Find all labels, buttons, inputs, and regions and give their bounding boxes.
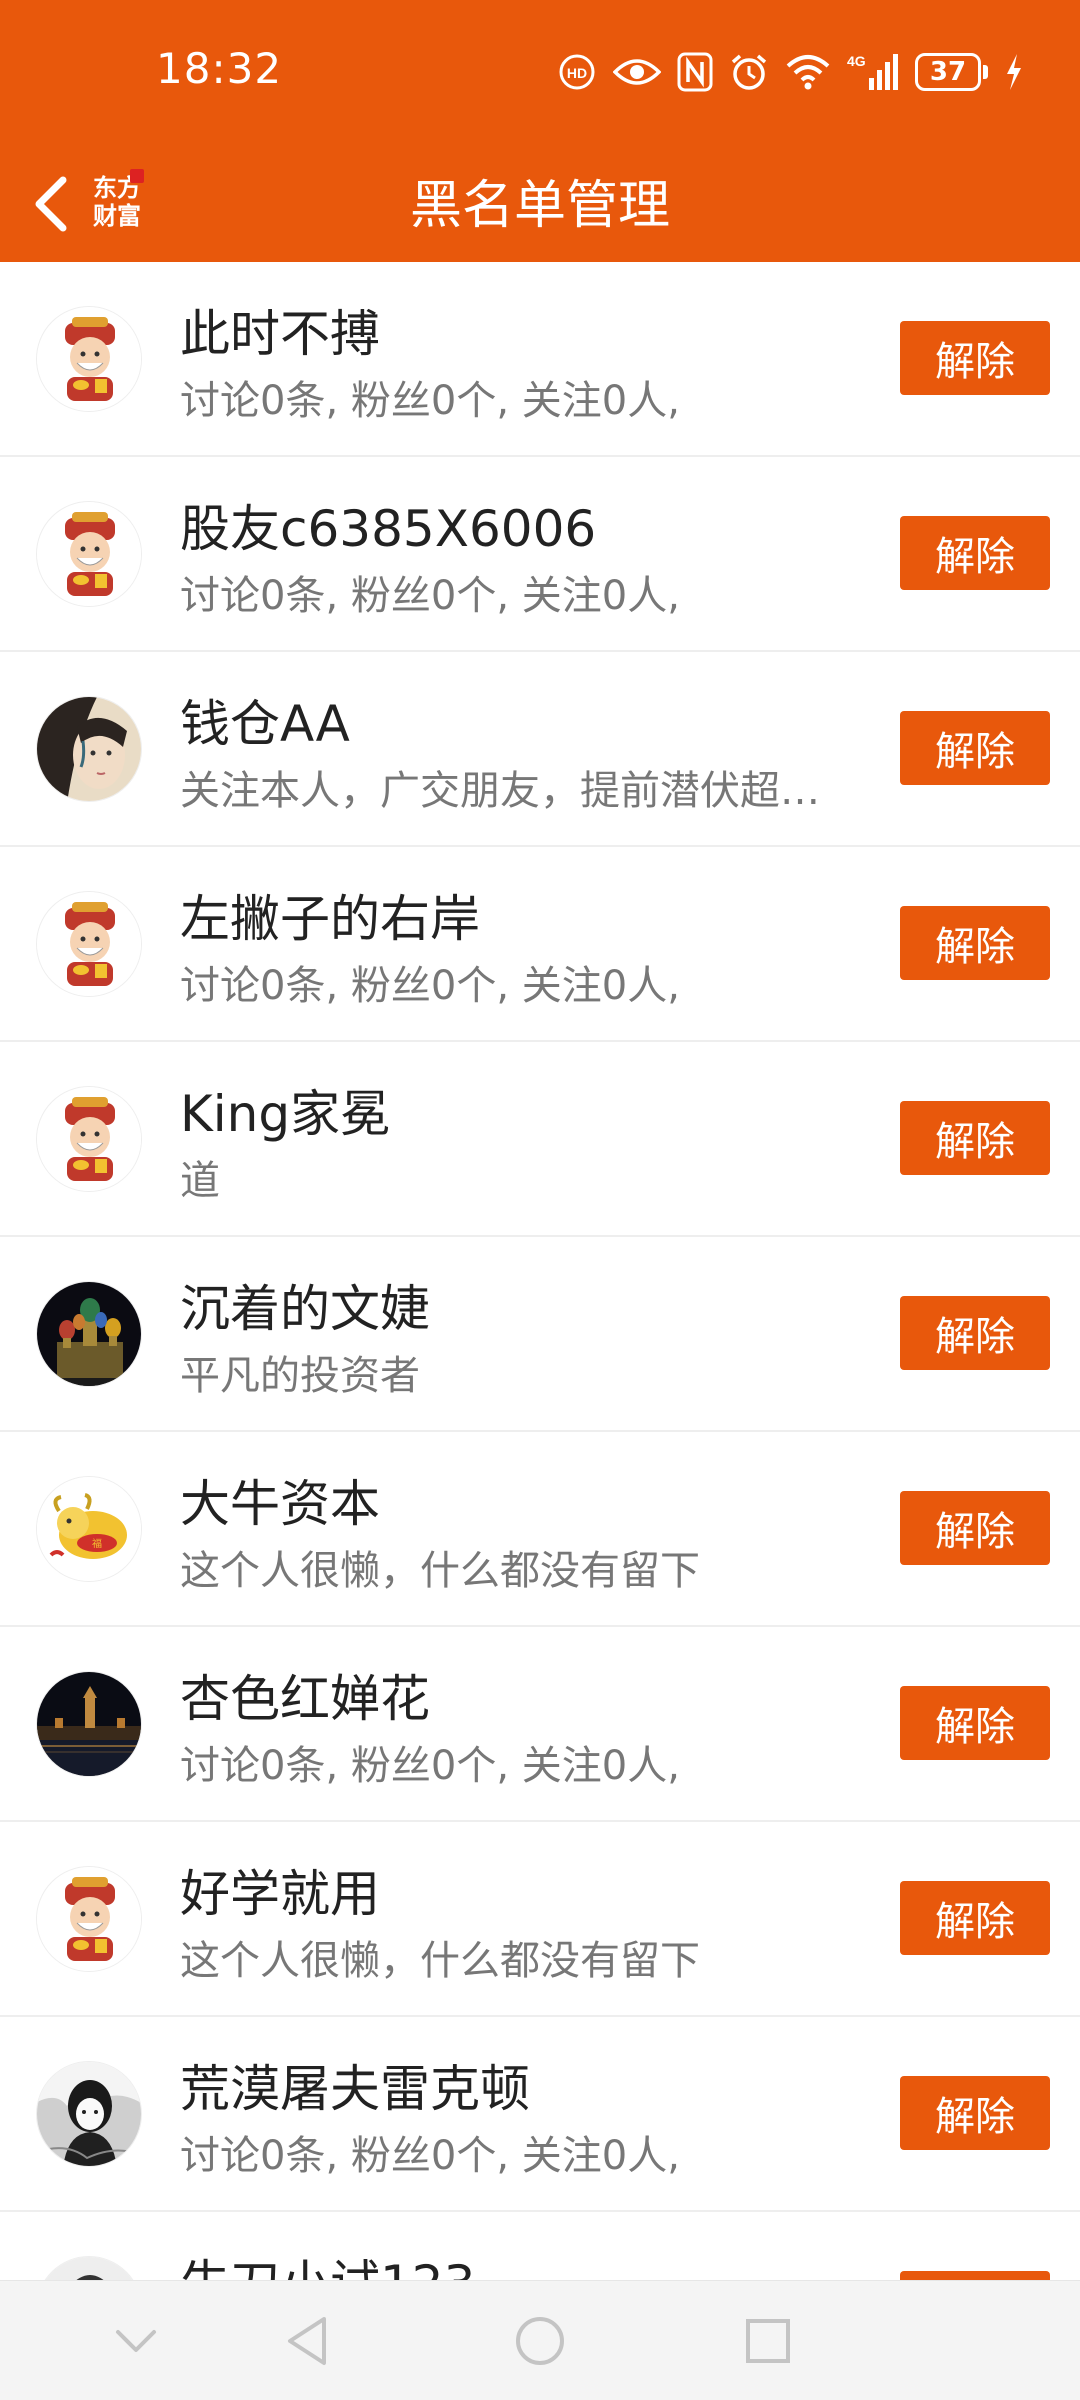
user-desc: 讨论0条, 粉丝0个, 关注0人, [180,378,680,424]
user-name[interactable]: 大牛资本 [180,1464,380,1536]
list-item: 此时不搏 讨论0条, 粉丝0个, 关注0人, 解除 [0,262,1080,457]
remove-button[interactable]: 解除 [900,2076,1050,2150]
remove-button[interactable]: 解除 [900,1296,1050,1370]
alarm-icon [729,50,769,94]
avatar-default-god-of-wealth[interactable] [36,1866,142,1972]
remove-button[interactable]: 解除 [900,906,1050,980]
user-desc: 讨论0条, 粉丝0个, 关注0人, [180,1743,680,1789]
avatar-default-god-of-wealth[interactable] [36,891,142,997]
status-bar: 18:32 HD 4G 37 [0,0,1080,145]
user-desc: 这个人很懒，什么都没有留下 [180,1938,700,1984]
hd-call-icon: HD [557,50,597,94]
avatar-portrait[interactable] [36,696,142,802]
recents-square-icon[interactable] [738,2311,798,2371]
system-nav-bar [0,2280,1080,2400]
home-circle-icon[interactable] [510,2311,570,2371]
wifi-icon [785,50,831,94]
avatar-cathedral-night[interactable] [36,1281,142,1387]
chevron-down-icon[interactable] [106,2311,166,2371]
list-item: 荒漠屠夫雷克顿 讨论0条, 粉丝0个, 关注0人, 解除 [0,2017,1080,2212]
svg-text:福: 福 [92,1537,102,1550]
list-item: 福 大牛资本 这个人很懒，什么都没有留下 解除 [0,1432,1080,1627]
user-name[interactable]: 股友c6385X6006 [180,489,596,561]
status-time: 18:32 [156,44,283,93]
avatar-city-night[interactable] [36,1671,142,1777]
list-item: 杏色红婵花 讨论0条, 粉丝0个, 关注0人, 解除 [0,1627,1080,1822]
eye-icon [613,50,661,94]
list-item: 左撇子的右岸 讨论0条, 粉丝0个, 关注0人, 解除 [0,847,1080,1042]
nfc-icon [677,50,713,94]
blacklist-list: 此时不搏 讨论0条, 粉丝0个, 关注0人, 解除 股友c6385X6006 讨… [0,262,1080,2400]
list-item: 沉着的文婕 平凡的投资者 解除 [0,1237,1080,1432]
remove-button[interactable]: 解除 [900,1101,1050,1175]
avatar-golden-ox[interactable]: 福 [36,1476,142,1582]
remove-button[interactable]: 解除 [900,321,1050,395]
4g-signal-icon: 4G [847,50,899,94]
user-desc: 讨论0条, 粉丝0个, 关注0人, [180,573,680,619]
avatar-default-god-of-wealth[interactable] [36,1086,142,1192]
user-name[interactable]: 此时不搏 [180,294,380,366]
user-name[interactable]: 杏色红婵花 [180,1659,430,1731]
user-desc: 讨论0条, 粉丝0个, 关注0人, [180,2133,680,2179]
svg-text:4G: 4G [847,53,866,69]
user-desc: 平凡的投资者 [180,1353,420,1399]
user-name[interactable]: 沉着的文婕 [180,1269,430,1341]
user-name[interactable]: 好学就用 [180,1854,380,1926]
battery-level: 37 [915,53,981,91]
user-desc: 这个人很懒，什么都没有留下 [180,1548,700,1594]
remove-button[interactable]: 解除 [900,1686,1050,1760]
charging-icon [1004,50,1024,94]
remove-button[interactable]: 解除 [900,1491,1050,1565]
user-name[interactable]: 钱仓AA [180,684,350,756]
back-triangle-icon[interactable] [278,2311,338,2371]
remove-button[interactable]: 解除 [900,1881,1050,1955]
user-desc: 关注本人，广交朋友，提前潜伏超… [180,768,820,814]
avatar-default-god-of-wealth[interactable] [36,501,142,607]
status-icons: HD 4G 37 [557,48,1024,96]
page-title: 黑名单管理 [409,176,670,236]
remove-button[interactable]: 解除 [900,516,1050,590]
app-header: 18:32 HD 4G 37 东方财富 黑名单管理 [0,0,1080,262]
list-item: 钱仓AA 关注本人，广交朋友，提前潜伏超… 解除 [0,652,1080,847]
user-desc: 讨论0条, 粉丝0个, 关注0人, [180,963,680,1009]
title-bar: 东方财富 黑名单管理 [0,145,1080,262]
battery-icon: 37 [915,53,988,91]
user-desc: 道 [180,1158,220,1204]
avatar-default-god-of-wealth[interactable] [36,306,142,412]
svg-text:HD: HD [567,65,587,81]
user-name[interactable]: 左撇子的右岸 [180,879,480,951]
list-item: King家冕 道 解除 [0,1042,1080,1237]
list-item: 好学就用 这个人很懒，什么都没有留下 解除 [0,1822,1080,2017]
user-name[interactable]: King家冕 [180,1074,390,1146]
avatar-sketch-character[interactable] [36,2061,142,2167]
user-name[interactable]: 荒漠屠夫雷克顿 [180,2049,530,2121]
remove-button[interactable]: 解除 [900,711,1050,785]
list-item: 股友c6385X6006 讨论0条, 粉丝0个, 关注0人, 解除 [0,457,1080,652]
